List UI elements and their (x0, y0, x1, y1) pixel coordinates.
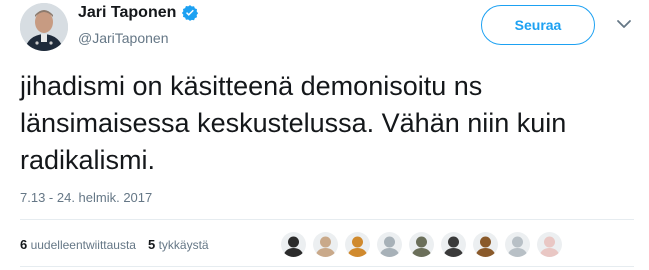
liker-avatar-7-icon[interactable] (473, 232, 498, 257)
tweet-stats: 6 uudelleentwiittausta 5 tykkäystä (20, 237, 221, 252)
liker-avatar-2-icon[interactable] (313, 232, 338, 257)
tweet-timestamp[interactable]: 7.13 - 24. helmik. 2017 (20, 190, 152, 205)
avatar[interactable] (20, 3, 68, 51)
liker-avatar-1-icon[interactable] (281, 232, 306, 257)
profile-photo-icon (20, 3, 68, 51)
author-display-name[interactable]: Jari Taponen (78, 4, 176, 22)
retweets-stat[interactable]: 6 uudelleentwiittausta (20, 237, 136, 252)
liker-avatar-5-icon[interactable] (409, 232, 434, 257)
author-name-row: Jari Taponen (78, 4, 199, 22)
chevron-down-icon[interactable] (616, 18, 632, 30)
author-handle[interactable]: @JariTaponen (78, 30, 169, 46)
likes-label: tykkäystä (158, 238, 209, 252)
likes-count: 5 (147, 237, 156, 252)
liker-avatar-8-icon[interactable] (505, 232, 530, 257)
liker-avatar-3-icon[interactable] (345, 232, 370, 257)
divider (20, 219, 634, 220)
liker-avatar-6-icon[interactable] (441, 232, 466, 257)
retweets-label: uudelleentwiittausta (30, 238, 136, 252)
divider (20, 266, 634, 267)
verified-badge-icon (182, 5, 199, 21)
liker-avatar-4-icon[interactable] (377, 232, 402, 257)
likers-avatars (281, 232, 569, 257)
likes-stat[interactable]: 5 tykkäystä (148, 237, 209, 252)
retweets-count: 6 (20, 237, 28, 252)
tweet-text: jihadismi on käsitteenä demonisoitu ns l… (20, 71, 567, 175)
liker-avatar-9-icon[interactable] (537, 232, 562, 257)
follow-button[interactable]: Seuraa (481, 5, 595, 45)
